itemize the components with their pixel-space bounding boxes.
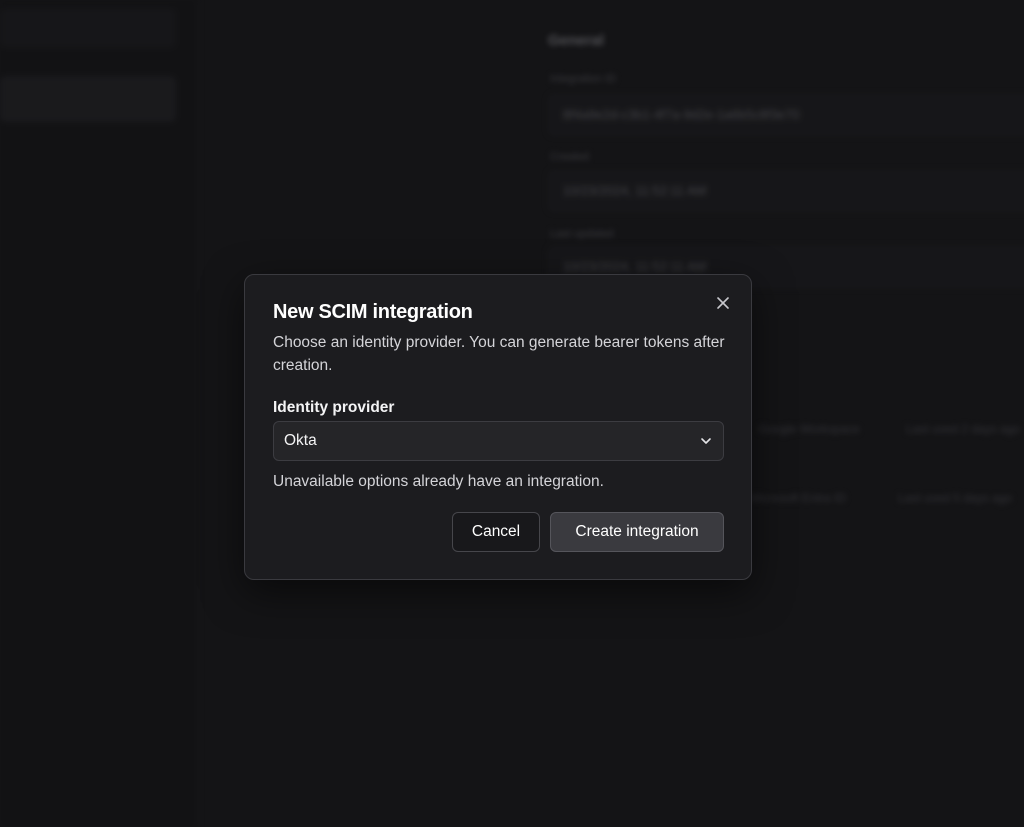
create-integration-button[interactable]: Create integration <box>550 512 724 552</box>
identity-provider-select[interactable]: Okta <box>273 421 724 461</box>
app-root: General Integration ID 8f4a9e2d-c3b1-4f7… <box>0 0 1024 827</box>
cancel-button[interactable]: Cancel <box>452 512 540 552</box>
dialog-description: Choose an identity provider. You can gen… <box>273 334 725 374</box>
dialog-title: New SCIM integration <box>273 301 473 323</box>
helper-text: Unavailable options already have an inte… <box>273 473 604 490</box>
close-button[interactable] <box>711 291 735 315</box>
chevron-down-icon <box>699 434 713 448</box>
identity-provider-label: Identity provider <box>273 399 395 416</box>
close-icon <box>716 296 730 310</box>
selected-provider: Okta <box>284 432 317 449</box>
new-scim-integration-dialog: New SCIM integration Choose an identity … <box>244 274 752 580</box>
